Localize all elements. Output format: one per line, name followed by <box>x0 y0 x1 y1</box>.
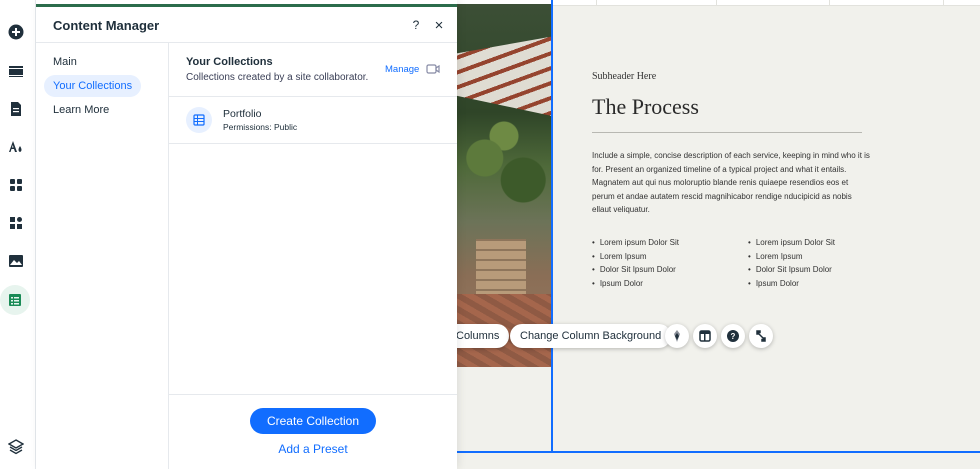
app-market-button[interactable] <box>2 209 30 237</box>
panel-nav: Main Your Collections Learn More <box>36 43 169 469</box>
collection-permissions: Permissions: Public <box>223 122 298 132</box>
cms-button[interactable] <box>0 285 30 315</box>
title-divider <box>592 132 862 133</box>
add-preset-link[interactable]: Add a Preset <box>169 442 457 456</box>
ruler-segment <box>943 0 944 6</box>
add-section-button[interactable] <box>2 57 30 85</box>
ruler-segment <box>596 0 597 6</box>
media-button[interactable] <box>2 247 30 275</box>
collection-icon <box>186 107 212 133</box>
section-description[interactable]: Include a simple, concise description of… <box>592 149 870 217</box>
help-button[interactable]: ? <box>721 324 745 348</box>
video-icon[interactable] <box>426 63 440 75</box>
list-item: Lorem Ipsum <box>748 250 835 264</box>
collections-title: Your Collections <box>186 56 273 68</box>
section-selection-line <box>456 451 980 453</box>
left-toolbar <box>0 0 36 469</box>
layout-icon <box>699 330 711 342</box>
list-item: Ipsum Dolor <box>592 277 679 291</box>
change-column-background-button[interactable]: Change Column Background <box>510 324 672 348</box>
nav-item-learn-more[interactable]: Learn More <box>44 99 118 121</box>
panel-header: Content Manager ? × <box>36 7 457 43</box>
bullet-list-left[interactable]: Lorem ipsum Dolor Sit Lorem Ipsum Dolor … <box>592 236 679 290</box>
table-icon <box>193 114 205 126</box>
sections-icon <box>9 66 23 77</box>
create-collection-button[interactable]: Create Collection <box>250 408 376 434</box>
site-design-button[interactable] <box>2 133 30 161</box>
content-manager-panel: Content Manager ? × Main Your Collection… <box>36 0 457 469</box>
panel-title: Content Manager <box>53 18 160 33</box>
list-item: Dolor Sit Ipsum Dolor <box>748 263 835 277</box>
svg-text:?: ? <box>731 332 736 341</box>
layers-icon <box>8 439 24 455</box>
puzzle-icon <box>10 217 22 229</box>
bullet-list-right[interactable]: Lorem ipsum Dolor Sit Lorem Ipsum Dolor … <box>748 236 835 290</box>
collection-row-portfolio[interactable]: Portfolio Permissions: Public <box>169 97 457 144</box>
animation-button[interactable] <box>665 324 689 348</box>
section-subheader[interactable]: Subheader Here <box>592 71 656 82</box>
collections-subtitle: Collections created by a site collaborat… <box>186 72 369 83</box>
plus-circle-icon <box>8 24 24 40</box>
page-icon <box>11 102 21 116</box>
collection-name: Portfolio <box>223 108 262 120</box>
add-apps-button[interactable] <box>2 171 30 199</box>
ruler-segment <box>716 0 717 6</box>
table-icon <box>9 294 21 306</box>
layers-button[interactable] <box>2 433 30 461</box>
design-icon <box>9 141 22 152</box>
stretch-button[interactable] <box>749 324 773 348</box>
help-icon: ? <box>727 330 739 342</box>
collections-header: Your Collections Collections created by … <box>169 43 457 97</box>
list-item: Lorem ipsum Dolor Sit <box>748 236 835 250</box>
apps-icon <box>10 179 22 191</box>
nav-item-your-collections[interactable]: Your Collections <box>44 75 142 97</box>
pages-button[interactable] <box>2 95 30 123</box>
manage-link[interactable]: Manage <box>385 64 419 75</box>
panel-footer: Create Collection Add a Preset <box>169 394 457 469</box>
ruler-segment <box>829 0 830 6</box>
help-icon[interactable]: ? <box>408 17 424 33</box>
list-item: Dolor Sit Ipsum Dolor <box>592 263 679 277</box>
column-selection-outline <box>493 0 553 453</box>
list-item: Ipsum Dolor <box>748 277 835 291</box>
nav-item-main[interactable]: Main <box>44 51 86 73</box>
section-title[interactable]: The Process <box>592 94 699 120</box>
add-elements-button[interactable] <box>2 18 30 46</box>
image-icon <box>9 255 23 267</box>
list-item: Lorem Ipsum <box>592 250 679 264</box>
list-item: Lorem ipsum Dolor Sit <box>592 236 679 250</box>
stretch-icon <box>756 330 766 342</box>
close-icon[interactable]: × <box>431 17 447 34</box>
layout-button[interactable] <box>693 324 717 348</box>
animation-icon <box>674 330 680 342</box>
